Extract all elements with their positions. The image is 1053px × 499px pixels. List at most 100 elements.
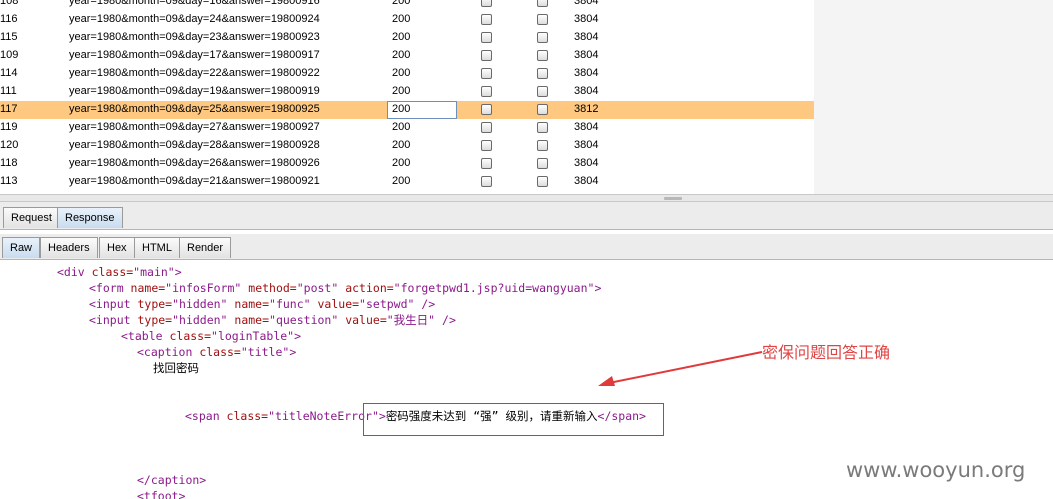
code-attr: name= (227, 313, 270, 327)
code-attr: class= (162, 329, 212, 343)
payload-cell: year=1980&month=09&day=24&answer=1980092… (69, 13, 320, 25)
table-row[interactable]: 120 year=1980&month=09&day=28&answer=1980… (0, 137, 814, 155)
timeout-checkbox[interactable] (537, 0, 548, 7)
timeout-checkbox[interactable] (537, 122, 548, 133)
code-attr: name= (123, 281, 166, 295)
error-checkbox[interactable] (481, 140, 492, 151)
payload-cell: year=1980&month=09&day=21&answer=1980092… (69, 175, 320, 187)
code-value: "loginTable" (211, 329, 295, 343)
status-cell: 200 (392, 0, 411, 7)
error-checkbox[interactable] (481, 0, 492, 7)
request-number: 108 (0, 0, 19, 7)
timeout-checkbox[interactable] (537, 86, 548, 97)
code-tag: <caption (137, 345, 193, 359)
timeout-checkbox[interactable] (537, 50, 548, 61)
error-checkbox[interactable] (481, 158, 492, 169)
table-row[interactable]: 115 year=1980&month=09&day=23&answer=1980… (0, 29, 814, 47)
table-row[interactable]: 118 year=1980&month=09&day=26&answer=1980… (0, 155, 814, 173)
payload-cell: year=1980&month=09&day=16&answer=1980091… (69, 0, 320, 7)
tab-render[interactable]: Render (179, 237, 232, 258)
code-attr: value= (338, 313, 387, 327)
code-tag: > (289, 345, 297, 359)
code-attr: class= (84, 265, 134, 279)
code-tag: <tfoot> (137, 489, 186, 499)
payload-cell: year=1980&month=09&day=28&answer=1980092… (69, 139, 320, 151)
code-tag: > (594, 281, 602, 295)
code-value: "forgetpwd1.jsp?uid=wangyuan" (393, 281, 595, 295)
payload-cell: year=1980&month=09&day=27&answer=1980092… (69, 121, 320, 133)
error-checkbox[interactable] (481, 68, 492, 79)
timeout-checkbox[interactable] (537, 14, 548, 25)
payload-cell: year=1980&month=09&day=25&answer=1980092… (69, 103, 320, 115)
code-value: "main" (133, 265, 175, 279)
request-number: 114 (0, 67, 18, 79)
length-cell: 3804 (574, 121, 599, 133)
pane-splitter[interactable] (0, 194, 1053, 202)
code-tag: > (174, 265, 182, 279)
view-tab-strip: Raw Headers Hex HTML Render (0, 234, 1053, 260)
code-line-tfoot: <tfoot> (137, 488, 185, 499)
code-line-table: <table class="loginTable"> (121, 328, 301, 344)
error-checkbox[interactable] (481, 32, 492, 43)
code-value: "hidden" (172, 313, 228, 327)
tab-hex[interactable]: Hex (99, 237, 135, 258)
table-row[interactable]: 113 year=1980&month=09&day=21&answer=1980… (0, 173, 814, 191)
table-row[interactable]: 116 year=1980&month=09&day=24&answer=1980… (0, 11, 814, 29)
length-cell: 3804 (574, 175, 599, 187)
response-raw-view[interactable]: <div class="main"> <form name="infosForm… (0, 260, 1053, 499)
tab-html[interactable]: HTML (134, 237, 180, 258)
length-cell: 3804 (574, 13, 599, 25)
table-row[interactable]: 117 year=1980&month=09&day=25&answer=1980… (0, 101, 814, 119)
length-cell: 3804 (574, 157, 599, 169)
code-attr: action= (338, 281, 394, 295)
error-checkbox[interactable] (481, 86, 492, 97)
error-checkbox[interactable] (481, 104, 492, 115)
status-cell: 200 (392, 103, 411, 115)
code-tag: <table (121, 329, 163, 343)
length-cell: 3804 (574, 31, 599, 43)
timeout-checkbox[interactable] (537, 104, 548, 115)
table-row[interactable]: 108 year=1980&month=09&day=16&answer=1980… (0, 0, 814, 11)
code-tag: /> (414, 297, 436, 311)
error-checkbox[interactable] (481, 14, 492, 25)
table-row[interactable]: 111 year=1980&month=09&day=19&answer=1980… (0, 83, 814, 101)
timeout-checkbox[interactable] (537, 158, 548, 169)
splitter-grip-icon[interactable] (664, 197, 682, 200)
timeout-checkbox[interactable] (537, 68, 548, 79)
tab-request[interactable]: Request (3, 207, 60, 228)
status-cell: 200 (392, 139, 411, 151)
timeout-checkbox[interactable] (537, 176, 548, 187)
timeout-checkbox[interactable] (537, 32, 548, 43)
error-checkbox[interactable] (481, 122, 492, 133)
status-cell: 200 (392, 121, 411, 133)
error-checkbox[interactable] (481, 50, 492, 61)
length-cell: 3804 (574, 85, 599, 97)
status-cell: 200 (392, 31, 411, 43)
request-number: 119 (0, 121, 18, 133)
error-highlight-box (363, 403, 664, 436)
request-number: 116 (0, 13, 18, 25)
tab-headers[interactable]: Headers (40, 237, 98, 258)
table-row[interactable]: 119 year=1980&month=09&day=27&answer=1980… (0, 119, 814, 137)
tab-response[interactable]: Response (57, 207, 123, 228)
code-line-div: <div class="main"> (57, 264, 182, 280)
error-checkbox[interactable] (481, 176, 492, 187)
code-line-input-func: <input type="hidden" name="func" value="… (89, 296, 435, 312)
code-value: "post" (296, 281, 339, 295)
code-value: "title" (240, 345, 290, 359)
code-line-input-question: <input type="hidden" name="question" val… (89, 312, 456, 328)
payload-cell: year=1980&month=09&day=23&answer=1980092… (69, 31, 320, 43)
table-row[interactable]: 114 year=1980&month=09&day=22&answer=1980… (0, 65, 814, 83)
annotation-label: 密保问题回答正确 (762, 343, 891, 362)
tab-raw[interactable]: Raw (2, 237, 41, 258)
table-row[interactable]: 109 year=1980&month=09&day=17&answer=1980… (0, 47, 814, 65)
timeout-checkbox[interactable] (537, 140, 548, 151)
length-cell: 3804 (574, 67, 599, 79)
status-cell: 200 (392, 157, 411, 169)
length-cell: 3804 (574, 0, 599, 7)
results-empty-area (814, 0, 1053, 194)
payload-cell: year=1980&month=09&day=22&answer=1980092… (69, 67, 320, 79)
code-tag: > (294, 329, 302, 343)
intruder-results-table: 108 year=1980&month=09&day=16&answer=1980… (0, 0, 1053, 194)
status-cell: 200 (392, 13, 411, 25)
